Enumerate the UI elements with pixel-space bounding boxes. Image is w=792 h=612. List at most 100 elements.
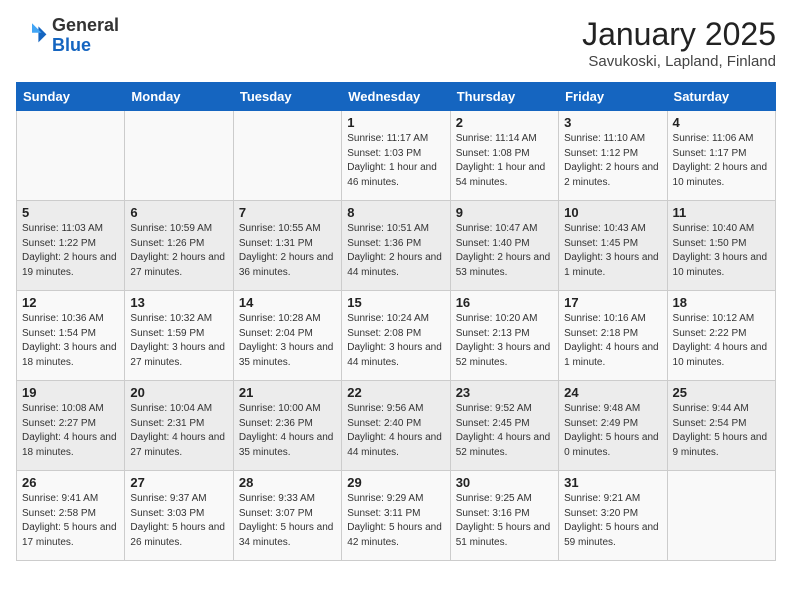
day-info: Sunrise: 9:21 AM Sunset: 3:20 PM Dayligh… bbox=[564, 492, 661, 550]
day-info: Sunrise: 10:47 AM Sunset: 1:40 PM Daylig… bbox=[456, 222, 553, 280]
day-number: 31 bbox=[564, 475, 661, 490]
calendar-cell: 15Sunrise: 10:24 AM Sunset: 2:08 PM Dayl… bbox=[342, 291, 450, 381]
calendar-cell: 19Sunrise: 10:08 AM Sunset: 2:27 PM Dayl… bbox=[17, 381, 125, 471]
day-info: Sunrise: 9:48 AM Sunset: 2:49 PM Dayligh… bbox=[564, 402, 661, 460]
day-number: 25 bbox=[673, 385, 770, 400]
day-info: Sunrise: 10:43 AM Sunset: 1:45 PM Daylig… bbox=[564, 222, 661, 280]
weekday-header-sunday: Sunday bbox=[17, 83, 125, 111]
calendar-cell: 5Sunrise: 11:03 AM Sunset: 1:22 PM Dayli… bbox=[17, 201, 125, 291]
day-info: Sunrise: 11:10 AM Sunset: 1:12 PM Daylig… bbox=[564, 132, 661, 190]
day-info: Sunrise: 10:12 AM Sunset: 2:22 PM Daylig… bbox=[673, 312, 770, 370]
day-info: Sunrise: 10:20 AM Sunset: 2:13 PM Daylig… bbox=[456, 312, 553, 370]
weekday-header-wednesday: Wednesday bbox=[342, 83, 450, 111]
day-info: Sunrise: 9:29 AM Sunset: 3:11 PM Dayligh… bbox=[347, 492, 444, 550]
calendar-cell: 22Sunrise: 9:56 AM Sunset: 2:40 PM Dayli… bbox=[342, 381, 450, 471]
day-info: Sunrise: 11:14 AM Sunset: 1:08 PM Daylig… bbox=[456, 132, 553, 190]
logo-text: General Blue bbox=[52, 16, 119, 56]
day-number: 30 bbox=[456, 475, 553, 490]
day-number: 7 bbox=[239, 205, 336, 220]
day-number: 18 bbox=[673, 295, 770, 310]
calendar-title: January 2025 bbox=[582, 16, 776, 53]
calendar-cell: 18 Sunrise: 10:12 AM Sunset: 2:22 PM Dayl… bbox=[667, 291, 775, 381]
day-info: Sunrise: 10:00 AM Sunset: 2:36 PM Daylig… bbox=[239, 402, 336, 460]
logo-blue-text: Blue bbox=[52, 36, 119, 56]
day-info: Sunrise: 11:03 AM Sunset: 1:22 PM Daylig… bbox=[22, 222, 119, 280]
weekday-header-saturday: Saturday bbox=[667, 83, 775, 111]
calendar-cell: 8 Sunrise: 10:51 AM Sunset: 1:36 PM Dayli… bbox=[342, 201, 450, 291]
day-number: 23 bbox=[456, 385, 553, 400]
calendar-cell: 23 Sunrise: 9:52 AM Sunset: 2:45 PM Dayli… bbox=[450, 381, 558, 471]
day-number: 22 bbox=[347, 385, 444, 400]
weekday-header-tuesday: Tuesday bbox=[233, 83, 341, 111]
calendar-subtitle: Savukoski, Lapland, Finland bbox=[582, 53, 776, 70]
day-info: Sunrise: 11:17 AM Sunset: 1:03 PM Daylig… bbox=[347, 132, 444, 190]
day-number: 2 bbox=[456, 115, 553, 130]
calendar-cell bbox=[667, 471, 775, 561]
day-info: Sunrise: 10:55 AM Sunset: 1:31 PM Daylig… bbox=[239, 222, 336, 280]
calendar-cell: 29Sunrise: 9:29 AM Sunset: 3:11 PM Dayli… bbox=[342, 471, 450, 561]
day-number: 20 bbox=[130, 385, 227, 400]
day-info: Sunrise: 10:32 AM Sunset: 1:59 PM Daylig… bbox=[130, 312, 227, 370]
calendar-cell: 30 Sunrise: 9:25 AM Sunset: 3:16 PM Dayli… bbox=[450, 471, 558, 561]
calendar-cell: 31 Sunrise: 9:21 AM Sunset: 3:20 PM Dayli… bbox=[559, 471, 667, 561]
day-number: 26 bbox=[22, 475, 119, 490]
day-info: Sunrise: 11:06 AM Sunset: 1:17 PM Daylig… bbox=[673, 132, 770, 190]
day-info: Sunrise: 10:51 AM Sunset: 1:36 PM Daylig… bbox=[347, 222, 444, 280]
calendar-body: 1 Sunrise: 11:17 AM Sunset: 1:03 PM Dayli… bbox=[17, 111, 776, 561]
day-number: 13 bbox=[130, 295, 227, 310]
day-number: 8 bbox=[347, 205, 444, 220]
weekday-header-friday: Friday bbox=[559, 83, 667, 111]
day-number: 12 bbox=[22, 295, 119, 310]
calendar-table: SundayMondayTuesdayWednesdayThursdayFrid… bbox=[16, 82, 776, 561]
page-header: General Blue January 2025 Savukoski, Lap… bbox=[16, 16, 776, 70]
day-number: 9 bbox=[456, 205, 553, 220]
calendar-cell: 9 Sunrise: 10:47 AM Sunset: 1:40 PM Dayli… bbox=[450, 201, 558, 291]
day-info: Sunrise: 9:52 AM Sunset: 2:45 PM Dayligh… bbox=[456, 402, 553, 460]
calendar-cell: 4 Sunrise: 11:06 AM Sunset: 1:17 PM Dayli… bbox=[667, 111, 775, 201]
calendar-week-3: 12 Sunrise: 10:36 AM Sunset: 1:54 PM Dayl… bbox=[17, 291, 776, 381]
calendar-cell: 11Sunrise: 10:40 AM Sunset: 1:50 PM Dayl… bbox=[667, 201, 775, 291]
day-info: Sunrise: 10:28 AM Sunset: 2:04 PM Daylig… bbox=[239, 312, 336, 370]
calendar-cell: 14 Sunrise: 10:28 AM Sunset: 2:04 PM Dayl… bbox=[233, 291, 341, 381]
day-info: Sunrise: 9:33 AM Sunset: 3:07 PM Dayligh… bbox=[239, 492, 336, 550]
calendar-cell: 10Sunrise: 10:43 AM Sunset: 1:45 PM Dayl… bbox=[559, 201, 667, 291]
logo-general-text: General bbox=[52, 16, 119, 36]
title-block: January 2025 Savukoski, Lapland, Finland bbox=[582, 16, 776, 70]
day-info: Sunrise: 9:41 AM Sunset: 2:58 PM Dayligh… bbox=[22, 492, 119, 550]
calendar-week-2: 5Sunrise: 11:03 AM Sunset: 1:22 PM Dayli… bbox=[17, 201, 776, 291]
day-number: 19 bbox=[22, 385, 119, 400]
calendar-cell: 21Sunrise: 10:00 AM Sunset: 2:36 PM Dayl… bbox=[233, 381, 341, 471]
calendar-cell bbox=[17, 111, 125, 201]
calendar-cell: 13 Sunrise: 10:32 AM Sunset: 1:59 PM Dayl… bbox=[125, 291, 233, 381]
day-number: 15 bbox=[347, 295, 444, 310]
calendar-cell: 2 Sunrise: 11:14 AM Sunset: 1:08 PM Dayli… bbox=[450, 111, 558, 201]
logo: General Blue bbox=[16, 16, 119, 56]
calendar-cell: 16Sunrise: 10:20 AM Sunset: 2:13 PM Dayl… bbox=[450, 291, 558, 381]
calendar-cell: 17Sunrise: 10:16 AM Sunset: 2:18 PM Dayl… bbox=[559, 291, 667, 381]
calendar-cell: 12 Sunrise: 10:36 AM Sunset: 1:54 PM Dayl… bbox=[17, 291, 125, 381]
calendar-week-5: 26 Sunrise: 9:41 AM Sunset: 2:58 PM Dayli… bbox=[17, 471, 776, 561]
calendar-cell bbox=[233, 111, 341, 201]
weekday-header-thursday: Thursday bbox=[450, 83, 558, 111]
weekday-header-monday: Monday bbox=[125, 83, 233, 111]
day-info: Sunrise: 10:16 AM Sunset: 2:18 PM Daylig… bbox=[564, 312, 661, 370]
day-number: 3 bbox=[564, 115, 661, 130]
day-info: Sunrise: 10:40 AM Sunset: 1:50 PM Daylig… bbox=[673, 222, 770, 280]
day-number: 1 bbox=[347, 115, 444, 130]
day-info: Sunrise: 9:37 AM Sunset: 3:03 PM Dayligh… bbox=[130, 492, 227, 550]
day-number: 24 bbox=[564, 385, 661, 400]
day-number: 4 bbox=[673, 115, 770, 130]
day-info: Sunrise: 9:25 AM Sunset: 3:16 PM Dayligh… bbox=[456, 492, 553, 550]
day-info: Sunrise: 10:04 AM Sunset: 2:31 PM Daylig… bbox=[130, 402, 227, 460]
calendar-cell: 26 Sunrise: 9:41 AM Sunset: 2:58 PM Dayli… bbox=[17, 471, 125, 561]
day-number: 6 bbox=[130, 205, 227, 220]
day-number: 27 bbox=[130, 475, 227, 490]
header-row: SundayMondayTuesdayWednesdayThursdayFrid… bbox=[17, 83, 776, 111]
calendar-cell: 25Sunrise: 9:44 AM Sunset: 2:54 PM Dayli… bbox=[667, 381, 775, 471]
calendar-cell bbox=[125, 111, 233, 201]
calendar-cell: 6Sunrise: 10:59 AM Sunset: 1:26 PM Dayli… bbox=[125, 201, 233, 291]
day-info: Sunrise: 10:36 AM Sunset: 1:54 PM Daylig… bbox=[22, 312, 119, 370]
logo-icon bbox=[16, 20, 48, 52]
calendar-cell: 7 Sunrise: 10:55 AM Sunset: 1:31 PM Dayli… bbox=[233, 201, 341, 291]
day-number: 14 bbox=[239, 295, 336, 310]
